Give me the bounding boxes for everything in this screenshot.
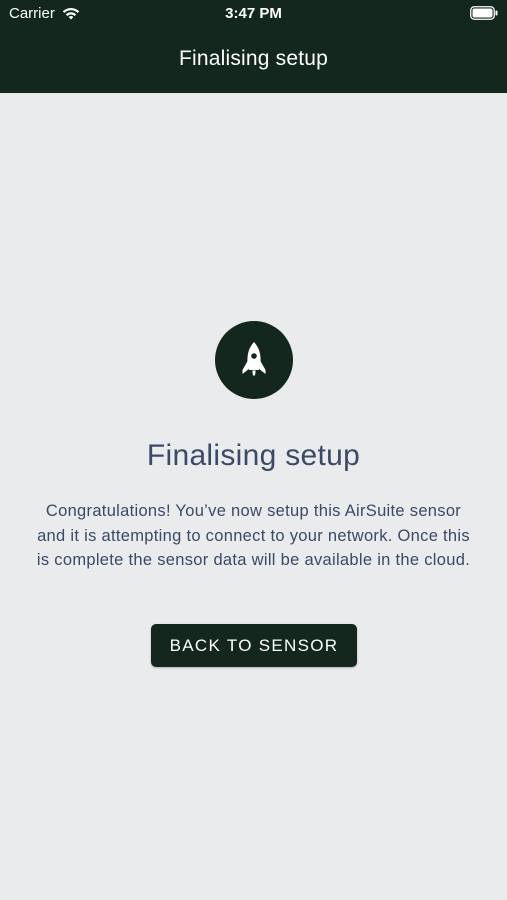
status-bar: Carrier 3:47 PM [0,0,507,28]
rocket-icon [242,342,266,376]
back-to-sensor-button[interactable]: BACK TO SENSOR [151,624,357,667]
status-time: 3:47 PM [225,5,282,22]
rocket-badge [215,321,293,399]
battery-icon [470,6,498,20]
setup-message: Congratulations! You’ve now setup this A… [36,502,471,569]
main-content: Finalising setup Congratulations! You’ve… [0,93,507,900]
nav-title: Finalising setup [178,47,329,70]
app-header: Carrier 3:47 PM Finalising setup [0,0,507,93]
page-title: Finalising setup [146,439,361,472]
